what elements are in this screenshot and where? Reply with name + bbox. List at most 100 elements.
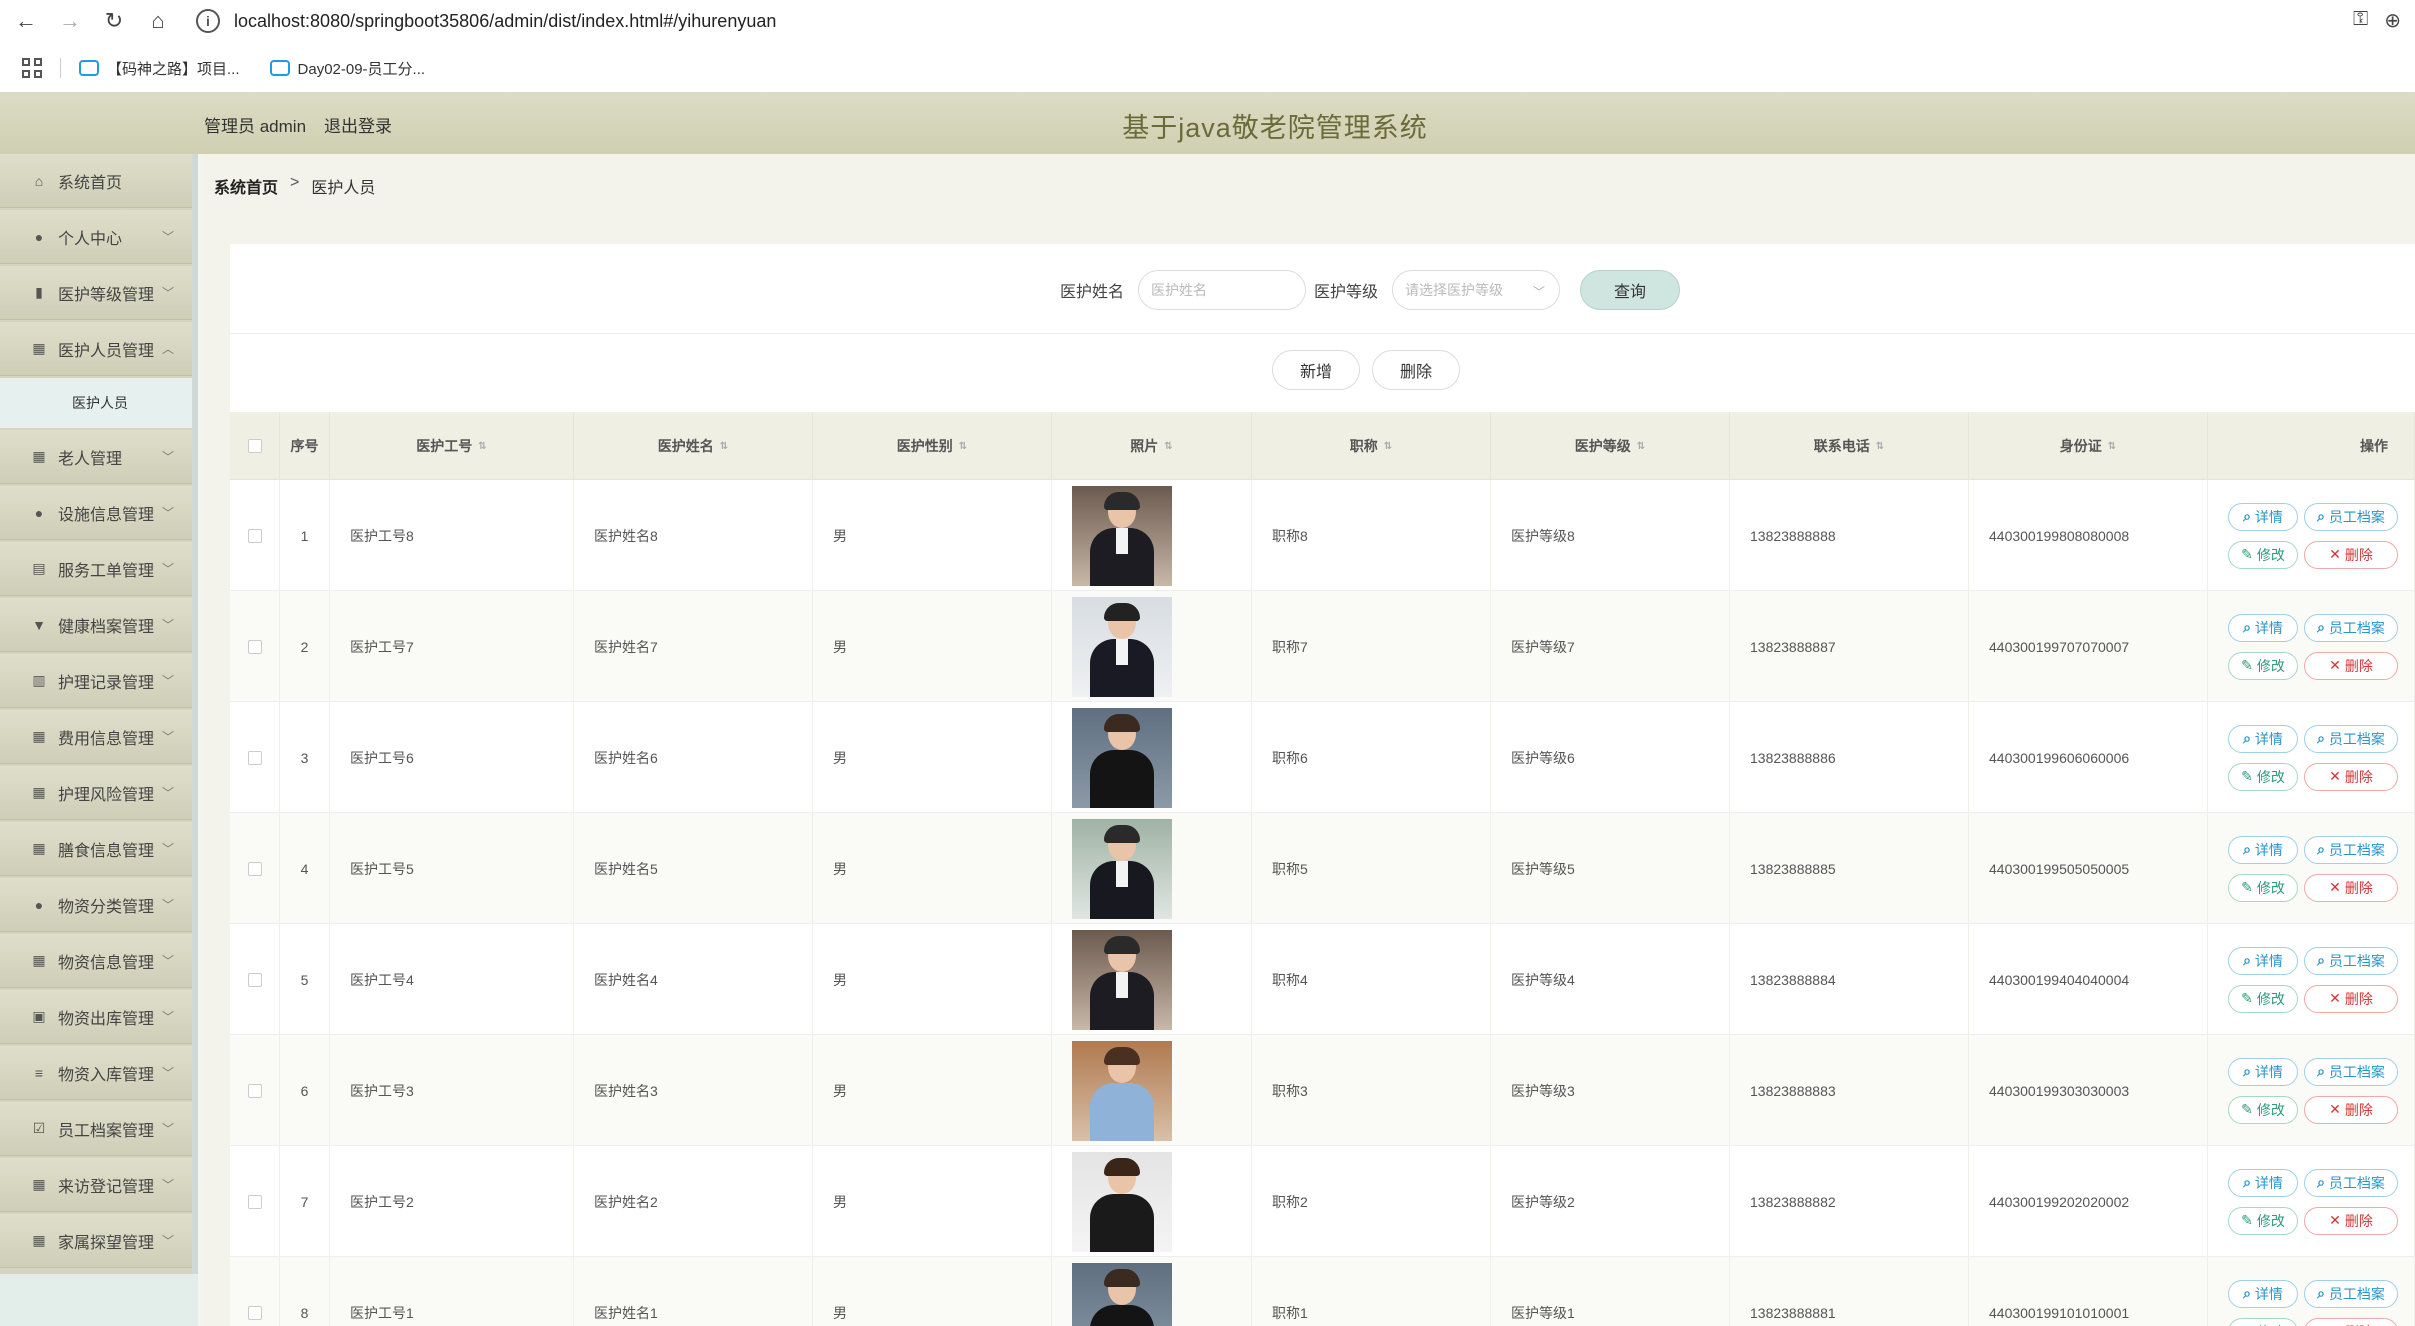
edit-button[interactable]: ✎修改	[2228, 873, 2298, 902]
photo-header[interactable]: 照片 ⇅	[1052, 412, 1252, 480]
reload-icon[interactable]: ↻	[96, 3, 132, 39]
sidebar-item-staff-level[interactable]: ▮ 医护等级管理 ﹀	[0, 266, 192, 320]
employee-archive-button[interactable]: ⌕ 员工档案	[2304, 946, 2398, 975]
employee-archive-button[interactable]: ⌕ 员工档案	[2304, 1057, 2398, 1086]
edit-button[interactable]: ✎修改	[2228, 1095, 2298, 1124]
bars-icon: ▮	[35, 284, 43, 300]
row-delete-button[interactable]: ✕删除	[2304, 984, 2398, 1013]
sidebar-item-fees[interactable]: ▦ 费用信息管理 ﹀	[0, 710, 192, 764]
query-button[interactable]: 查询	[1580, 270, 1680, 310]
row-delete-button[interactable]: ✕删除	[2304, 651, 2398, 680]
staff-photo[interactable]	[1072, 707, 1172, 808]
row-delete-button[interactable]: ✕删除	[2304, 873, 2398, 902]
row-delete-button[interactable]: ✕删除	[2304, 1095, 2398, 1124]
title-header[interactable]: 职称 ⇅	[1252, 412, 1491, 480]
employee-archive-button[interactable]: ⌕ 员工档案	[2304, 1168, 2398, 1197]
edit-button[interactable]: ✎修改	[2228, 540, 2298, 569]
phone-header[interactable]: 联系电话 ⇅	[1730, 412, 1969, 480]
sidebar-item-staff[interactable]: ▦ 医护人员管理 ︿	[0, 322, 192, 376]
gender-header[interactable]: 医护性别 ⇅	[813, 412, 1052, 480]
sidebar-item-care-record[interactable]: ▥ 护理记录管理 ﹀	[0, 654, 192, 708]
sort-icon: ⇅	[2107, 440, 2117, 452]
row-checkbox[interactable]	[247, 1305, 262, 1320]
staff-name-input[interactable]: 医护姓名	[1138, 270, 1306, 310]
sidebar-subitem-staff-list[interactable]: 医护人员	[0, 378, 192, 428]
code-header[interactable]: 医护工号 ⇅	[330, 412, 574, 480]
address-bar[interactable]: i localhost:8080/springboot35806/admin/d…	[196, 4, 2316, 38]
sidebar-item-supply-in[interactable]: ≡ 物资入库管理 ﹀	[0, 1046, 192, 1100]
edit-button[interactable]: ✎修改	[2228, 651, 2298, 680]
employee-archive-button[interactable]: ⌕ 员工档案	[2304, 502, 2398, 531]
edit-button[interactable]: ✎修改	[2228, 984, 2298, 1013]
employee-archive-button[interactable]: ⌕ 员工档案	[2304, 835, 2398, 864]
detail-button[interactable]: ⌕ 详情	[2228, 946, 2298, 975]
header-label: 联系电话	[1813, 438, 1870, 454]
sidebar-item-service-order[interactable]: ▤ 服务工单管理 ﹀	[0, 542, 192, 596]
row-checkbox[interactable]	[247, 1194, 262, 1209]
bookmark-item[interactable]: Day02-09-员工分...	[269, 58, 425, 79]
sidebar-item-facility[interactable]: ● 设施信息管理 ﹀	[0, 486, 192, 540]
row-checkbox[interactable]	[247, 750, 262, 765]
site-info-icon[interactable]: i	[196, 9, 220, 33]
detail-button[interactable]: ⌕ 详情	[2228, 1168, 2298, 1197]
breadcrumb-home[interactable]: 系统首页	[214, 174, 278, 198]
staff-phone: 13823888886	[1730, 702, 1969, 813]
forward-icon[interactable]: →	[52, 3, 88, 39]
sidebar-item-supply-category[interactable]: ● 物资分类管理 ﹀	[0, 878, 192, 932]
home-icon[interactable]: ⌂	[140, 3, 176, 39]
detail-button[interactable]: ⌕ 详情	[2228, 835, 2298, 864]
idcard-header[interactable]: 身份证 ⇅	[1969, 412, 2208, 480]
row-delete-button[interactable]: ✕删除	[2304, 762, 2398, 791]
sidebar-item-care-risk[interactable]: ▦ 护理风险管理 ﹀	[0, 766, 192, 820]
row-delete-button[interactable]: ✕删除	[2304, 540, 2398, 569]
staff-photo[interactable]	[1072, 1262, 1172, 1326]
sidebar-item-label: 物资信息管理	[58, 954, 155, 972]
staff-photo[interactable]	[1072, 1040, 1172, 1141]
sidebar-item-visitor[interactable]: ▦ 来访登记管理 ﹀	[0, 1158, 192, 1212]
sidebar-item-health-record[interactable]: ▼ 健康档案管理 ﹀	[0, 598, 192, 652]
sidebar-item-supply-out[interactable]: ▣ 物资出库管理 ﹀	[0, 990, 192, 1044]
grid-icon: ▦	[32, 728, 46, 744]
level-header[interactable]: 医护等级 ⇅	[1491, 412, 1730, 480]
sidebar-item-employee-archive[interactable]: ☑ 员工档案管理 ﹀	[0, 1102, 192, 1156]
employee-archive-button[interactable]: ⌕ 员工档案	[2304, 1279, 2398, 1308]
row-checkbox[interactable]	[247, 861, 262, 876]
row-checkbox[interactable]	[247, 972, 262, 987]
sidebar-item-home[interactable]: ⌂ 系统首页	[0, 154, 192, 208]
staff-photo[interactable]	[1072, 818, 1172, 919]
detail-button[interactable]: ⌕ 详情	[2228, 502, 2298, 531]
employee-archive-button[interactable]: ⌕ 员工档案	[2304, 724, 2398, 753]
row-checkbox[interactable]	[247, 639, 262, 654]
sidebar-item-elderly[interactable]: ▦ 老人管理 ﹀	[0, 430, 192, 484]
edit-button[interactable]: ✎修改	[2228, 1317, 2298, 1326]
staff-level-select[interactable]: 请选择医护等级 ﹀	[1392, 270, 1560, 310]
sidebar-item-supply-info[interactable]: ▦ 物资信息管理 ﹀	[0, 934, 192, 988]
zoom-icon[interactable]: ⊕	[2384, 8, 2401, 33]
select-all-checkbox[interactable]	[247, 439, 262, 453]
staff-photo[interactable]	[1072, 929, 1172, 1030]
detail-button[interactable]: ⌕ 详情	[2228, 1279, 2298, 1308]
row-checkbox[interactable]	[247, 1083, 262, 1098]
back-icon[interactable]: ←	[8, 3, 44, 39]
name-header[interactable]: 医护姓名 ⇅	[574, 412, 813, 480]
apps-grid-icon[interactable]	[22, 58, 42, 78]
add-button[interactable]: 新增	[1272, 350, 1360, 390]
bookmark-item[interactable]: 【码神之路】项目...	[79, 58, 240, 79]
staff-photo[interactable]	[1072, 1151, 1172, 1252]
row-checkbox[interactable]	[247, 528, 262, 543]
sidebar-item-meals[interactable]: ▦ 膳食信息管理 ﹀	[0, 822, 192, 876]
delete-button[interactable]: 删除	[1372, 350, 1460, 390]
sidebar-item-profile[interactable]: ● 个人中心 ﹀	[0, 210, 192, 264]
detail-button[interactable]: ⌕ 详情	[2228, 724, 2298, 753]
row-delete-button[interactable]: ✕删除	[2304, 1317, 2398, 1326]
sidebar-item-family-visit[interactable]: ▦ 家属探望管理 ﹀	[0, 1214, 192, 1268]
row-delete-button[interactable]: ✕删除	[2304, 1206, 2398, 1235]
employee-archive-button[interactable]: ⌕ 员工档案	[2304, 613, 2398, 642]
staff-photo[interactable]	[1072, 596, 1172, 697]
key-icon[interactable]: ⚿	[2353, 8, 2368, 33]
staff-photo[interactable]	[1072, 485, 1172, 586]
detail-button[interactable]: ⌕ 详情	[2228, 613, 2298, 642]
edit-button[interactable]: ✎修改	[2228, 762, 2298, 791]
edit-button[interactable]: ✎修改	[2228, 1206, 2298, 1235]
detail-button[interactable]: ⌕ 详情	[2228, 1057, 2298, 1086]
